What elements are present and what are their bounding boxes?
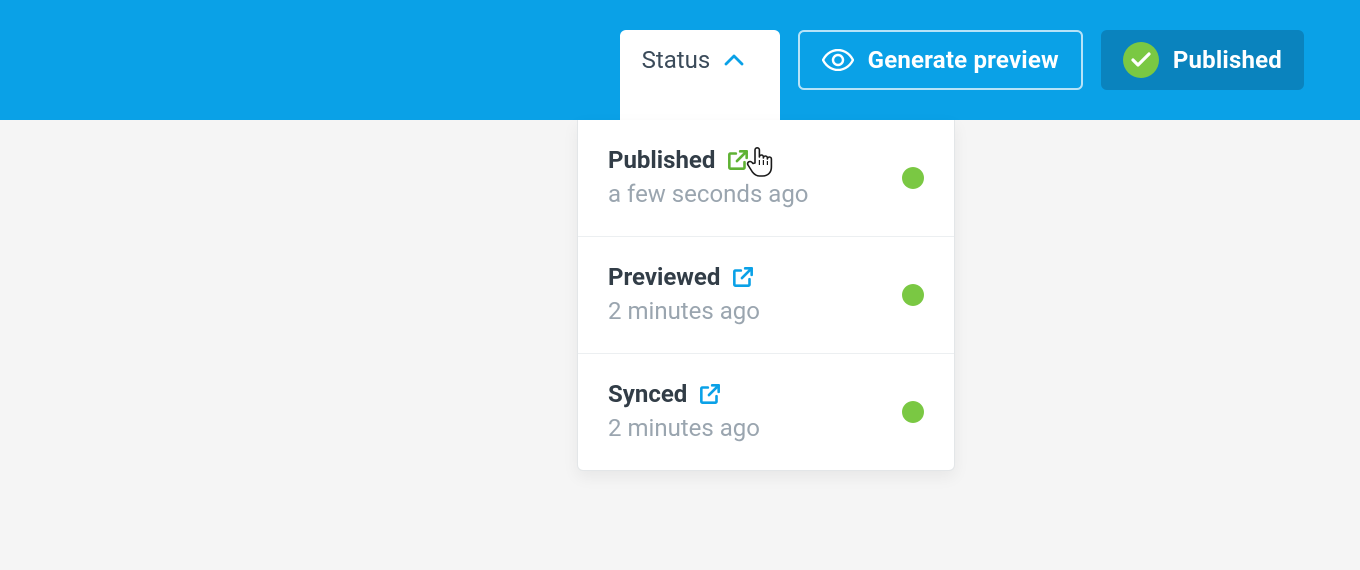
- header-bar: Status Generate preview: [0, 0, 1360, 120]
- generate-preview-label: Generate preview: [868, 46, 1059, 74]
- status-item-time: 2 minutes ago: [608, 297, 924, 325]
- status-dot-icon: [902, 167, 924, 189]
- published-label: Published: [1173, 46, 1282, 74]
- status-item-title: Published: [608, 146, 715, 174]
- eye-icon: [822, 49, 854, 71]
- status-item-published[interactable]: Published a few seconds ago: [578, 120, 954, 237]
- external-link-icon[interactable]: [725, 147, 751, 173]
- external-link-icon[interactable]: [730, 264, 756, 290]
- status-label: Status: [642, 46, 711, 74]
- generate-preview-button[interactable]: Generate preview: [798, 30, 1083, 90]
- status-item-previewed[interactable]: Previewed 2 minutes ago: [578, 237, 954, 354]
- toolbar: Status Generate preview: [620, 30, 1304, 130]
- status-item-time: a few seconds ago: [608, 180, 924, 208]
- published-button[interactable]: Published: [1101, 30, 1304, 90]
- check-circle-icon: [1123, 42, 1159, 78]
- status-dropdown-panel: Published a few seconds ago Preview: [577, 120, 955, 471]
- status-item-synced[interactable]: Synced 2 minutes ago: [578, 354, 954, 470]
- chevron-up-icon: [724, 54, 744, 66]
- status-item-title: Previewed: [608, 263, 720, 291]
- external-link-icon[interactable]: [697, 381, 723, 407]
- status-dot-icon: [902, 284, 924, 306]
- status-dot-icon: [902, 401, 924, 423]
- status-dropdown-trigger[interactable]: Status: [620, 30, 780, 130]
- status-item-title: Synced: [608, 380, 687, 408]
- status-item-time: 2 minutes ago: [608, 414, 924, 442]
